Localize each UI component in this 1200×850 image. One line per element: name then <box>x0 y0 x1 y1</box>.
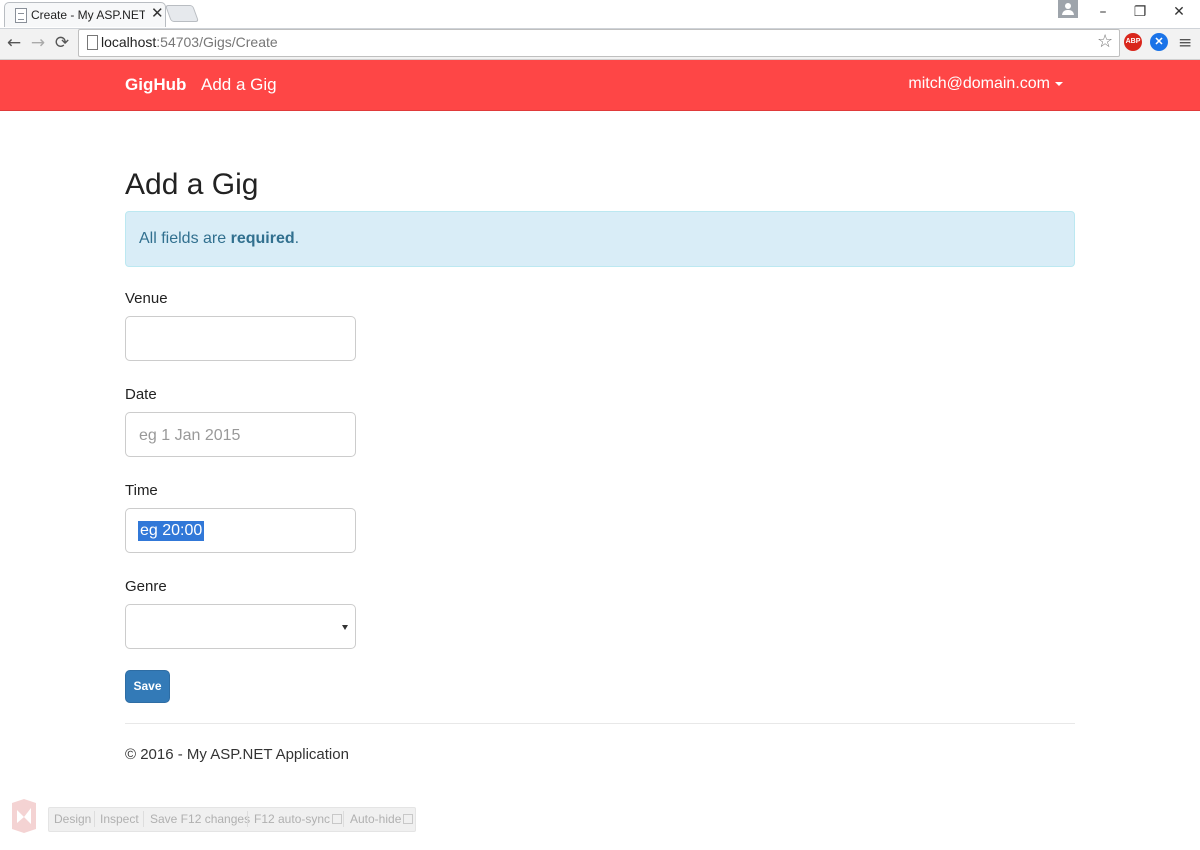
browser-link-design[interactable]: Design <box>54 812 91 826</box>
genre-select[interactable] <box>125 604 356 649</box>
bookmark-star-icon[interactable]: ☆ <box>1097 31 1113 52</box>
save-button[interactable]: Save <box>125 670 170 703</box>
browser-link-auto-hide[interactable]: Auto-hide <box>350 812 414 826</box>
tab-title: Create - My ASP.NET App <box>31 8 145 22</box>
browser-tab[interactable]: Create - My ASP.NET App ✕ <box>4 2 166 27</box>
divider <box>143 811 144 827</box>
info-alert: All fields are required. <box>125 211 1075 267</box>
browser-toolbar: ← → ⟳ localhost:54703/Gigs/Create ☆ ABP … <box>0 29 1200 60</box>
browser-tab-strip: Create - My ASP.NET App ✕ – ❐ ✕ <box>0 0 1200 29</box>
auto-hide-label: Auto-hide <box>350 812 402 826</box>
venue-input[interactable] <box>125 316 356 361</box>
time-input[interactable]: eg 20:00 <box>125 508 356 553</box>
genre-label: Genre <box>125 578 167 595</box>
browser-link-toolbar: Design Inspect Save F12 changes F12 auto… <box>48 807 416 832</box>
browser-link-auto-sync[interactable]: F12 auto-sync <box>254 812 343 826</box>
footer-copyright: © 2016 - My ASP.NET Application <box>125 746 349 763</box>
brand-link[interactable]: GigHub <box>125 75 186 95</box>
browser-link-inspect[interactable]: Inspect <box>100 812 139 826</box>
date-placeholder: eg 1 Jan 2015 <box>139 427 241 444</box>
visual-studio-icon[interactable] <box>10 797 38 835</box>
divider <box>94 811 95 827</box>
browser-link-save-f12[interactable]: Save F12 changes <box>150 812 250 826</box>
alert-suffix: . <box>294 230 300 247</box>
alert-text: All fields are required. <box>139 230 299 248</box>
url-host: localhost <box>101 34 157 50</box>
restore-icon[interactable]: ❐ <box>1129 2 1151 22</box>
reload-icon[interactable]: ⟳ <box>51 32 73 54</box>
window-close-icon[interactable]: ✕ <box>1168 2 1190 22</box>
url-path: :54703/Gigs/Create <box>156 34 278 50</box>
divider <box>343 811 344 827</box>
user-dropdown[interactable]: mitch@domain.com <box>908 75 1063 93</box>
divider <box>247 811 248 827</box>
page-title: Add a Gig <box>125 168 259 201</box>
auto-sync-checkbox[interactable] <box>332 814 343 824</box>
auto-sync-label: F12 auto-sync <box>254 812 331 826</box>
tab-close-icon[interactable]: ✕ <box>151 6 164 22</box>
url-text: localhost:54703/Gigs/Create <box>101 34 278 50</box>
nav-add-gig-link[interactable]: Add a Gig <box>201 75 277 95</box>
profile-icon[interactable] <box>1058 0 1078 18</box>
date-label: Date <box>125 386 157 403</box>
user-email: mitch@domain.com <box>908 75 1050 92</box>
new-tab-button[interactable] <box>164 5 200 22</box>
alert-bold: required <box>230 230 295 247</box>
app-navbar: GigHub Add a Gig mitch@domain.com <box>0 60 1200 111</box>
auto-hide-checkbox[interactable] <box>403 814 414 824</box>
address-bar[interactable]: localhost:54703/Gigs/Create ☆ <box>78 29 1120 57</box>
minimize-icon[interactable]: – <box>1092 2 1114 22</box>
caret-down-icon <box>1055 81 1063 86</box>
back-arrow-icon[interactable]: ← <box>3 32 25 54</box>
date-input[interactable]: eg 1 Jan 2015 <box>125 412 356 457</box>
time-placeholder-selected: eg 20:00 <box>138 521 205 541</box>
page-icon <box>87 35 98 50</box>
alert-prefix: All fields are <box>139 230 231 247</box>
time-label: Time <box>125 482 158 499</box>
dropdown-arrow-icon <box>342 625 348 630</box>
forward-arrow-icon[interactable]: → <box>27 32 49 54</box>
page-favicon-icon <box>15 8 27 23</box>
adblock-extension-icon[interactable]: ABP <box>1124 33 1142 51</box>
browser-menu-icon[interactable]: ≡ <box>1178 33 1192 53</box>
footer-divider <box>125 723 1075 724</box>
venue-label: Venue <box>125 290 168 307</box>
extension-icon[interactable]: ✕ <box>1150 33 1168 51</box>
